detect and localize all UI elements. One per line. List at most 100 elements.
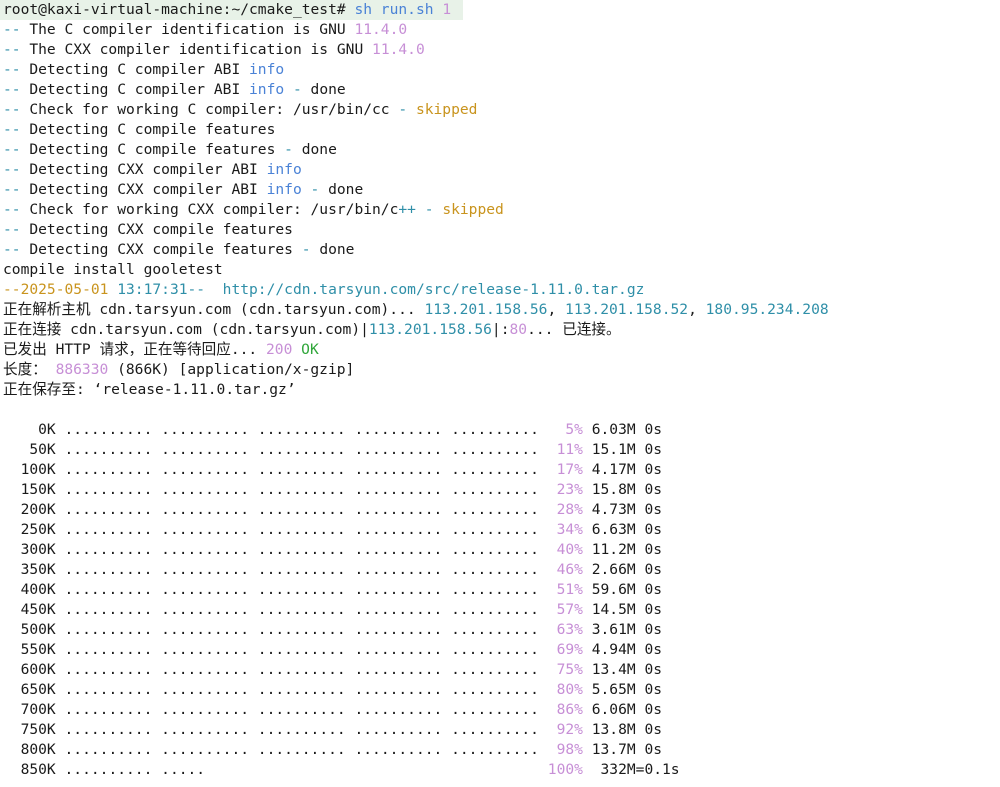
text-segment: The CXX compiler identification is GNU <box>29 41 373 58</box>
progress-rate: 15.8M 0s <box>582 481 663 498</box>
text-segment: skipped <box>442 201 504 218</box>
progress-dots: .......... .......... .......... .......… <box>64 701 539 718</box>
progress-rate: 13.8M 0s <box>582 721 663 738</box>
output-line: -- Detecting CXX compiler ABI info <box>0 160 1000 180</box>
progress-percent: 51% <box>547 581 583 598</box>
progress-percent: 92% <box>547 721 583 738</box>
text-segment: done <box>328 181 364 198</box>
text-segment: info <box>249 61 285 78</box>
text-segment: |: <box>491 321 510 338</box>
terminal-output: root@kaxi-virtual-machine:~/cmake_test# … <box>0 0 1000 420</box>
text-segment: Detecting C compiler ABI <box>29 61 250 78</box>
text-segment: ... 已连接。 <box>527 321 621 338</box>
progress-dots: .......... .......... .......... .......… <box>64 661 539 678</box>
progress-percent: 40% <box>547 541 583 558</box>
output-line: -- Detecting C compiler ABI info <box>0 60 1000 80</box>
progress-dots: .......... .......... .......... .......… <box>64 541 539 558</box>
prompt-line: root@kaxi-virtual-machine:~/cmake_test# … <box>0 0 463 20</box>
text-segment: 长度： <box>3 361 56 378</box>
progress-percent: 69% <box>547 641 583 658</box>
output-line: -- Detecting C compile features - done <box>0 140 1000 160</box>
text-segment: root@kaxi-virtual-machine:~/cmake_test# <box>3 1 355 18</box>
output-line: 已发出 HTTP 请求，正在等待回应... 200 OK <box>0 340 1000 360</box>
text-segment: Detecting CXX compiler ABI <box>29 161 267 178</box>
text-segment: OK <box>301 341 319 358</box>
text-segment: done <box>301 141 337 158</box>
text-segment: info <box>266 161 302 178</box>
progress-dots: .......... .......... .......... .......… <box>64 421 539 438</box>
output-line: compile install gooletest <box>0 260 1000 280</box>
progress-dots: .......... .......... .......... .......… <box>64 501 539 518</box>
terminal-window[interactable]: root@kaxi-virtual-machine:~/cmake_test# … <box>0 0 1000 787</box>
progress-offset: 0K <box>3 421 56 438</box>
text-segment <box>292 341 301 358</box>
text-segment: -- <box>3 101 30 118</box>
text-segment: -- <box>3 61 30 78</box>
progress-offset: 100K <box>3 461 56 478</box>
progress-row: 800K .......... .......... .......... ..… <box>0 740 1000 760</box>
output-line: -- Detecting C compiler ABI info - done <box>0 80 1000 100</box>
text-segment: compile install gooletest <box>3 261 223 278</box>
text-segment: Detecting C compile features <box>29 121 276 138</box>
text-segment: done <box>310 81 346 98</box>
output-line: -- Detecting CXX compiler ABI info - don… <box>0 180 1000 200</box>
text-segment: -- <box>3 81 30 98</box>
text-segment: 113.201.158.56 <box>368 321 492 338</box>
text-segment: Detecting CXX compile features <box>29 221 293 238</box>
output-line: 正在保存至: ‘release-1.11.0.tar.gz’ <box>0 380 1000 400</box>
progress-row: 600K .......... .......... .......... ..… <box>0 660 1000 680</box>
progress-dots: .......... .......... .......... .......… <box>64 441 539 458</box>
output-line: -- Detecting C compile features <box>0 120 1000 140</box>
text-segment: sh run.sh <box>354 1 434 18</box>
progress-offset: 50K <box>3 441 56 458</box>
progress-offset: 600K <box>3 661 56 678</box>
progress-rate: 332M=0.1s <box>582 761 680 778</box>
progress-row: 200K .......... .......... .......... ..… <box>0 500 1000 520</box>
text-segment: -- <box>3 221 30 238</box>
text-segment: --2025-05-01 <box>3 281 109 298</box>
text-segment: - <box>275 141 302 158</box>
text-segment: 886330 <box>55 361 109 378</box>
text-segment: 正在解析主机 cdn.tarsyun.com (cdn.tarsyun.com)… <box>3 301 425 318</box>
text-segment: , <box>688 301 706 318</box>
progress-dots: .......... .......... .......... .......… <box>64 521 539 538</box>
progress-offset: 150K <box>3 481 56 498</box>
progress-row: 50K .......... .......... .......... ...… <box>0 440 1000 460</box>
progress-offset: 700K <box>3 701 56 718</box>
text-segment: 已发出 HTTP 请求，正在等待回应... <box>3 341 266 358</box>
text-segment: 113.201.158.56 <box>424 301 548 318</box>
text-segment: -- <box>3 241 30 258</box>
progress-row: 850K .......... ..... 100% 332M=0.1s <box>0 760 1000 780</box>
progress-percent: 98% <box>547 741 583 758</box>
text-segment: info <box>249 81 285 98</box>
output-line: -- The C compiler identification is GNU … <box>0 20 1000 40</box>
progress-row: 700K .......... .......... .......... ..… <box>0 700 1000 720</box>
progress-row: 100K .......... .......... .......... ..… <box>0 460 1000 480</box>
text-segment: 正在连接 cdn.tarsyun.com (cdn.tarsyun.com)| <box>3 321 369 338</box>
progress-row: 150K .......... .......... .......... ..… <box>0 480 1000 500</box>
download-progress: 0K .......... .......... .......... ....… <box>0 420 1000 780</box>
progress-percent: 23% <box>547 481 583 498</box>
output-line: -- Detecting CXX compile features <box>0 220 1000 240</box>
progress-rate: 2.66M 0s <box>582 561 663 578</box>
progress-dots: .......... .......... .......... .......… <box>64 621 539 638</box>
text-segment: 正在保存至: ‘release-1.11.0.tar.gz’ <box>3 381 296 398</box>
progress-row: 400K .......... .......... .......... ..… <box>0 580 1000 600</box>
